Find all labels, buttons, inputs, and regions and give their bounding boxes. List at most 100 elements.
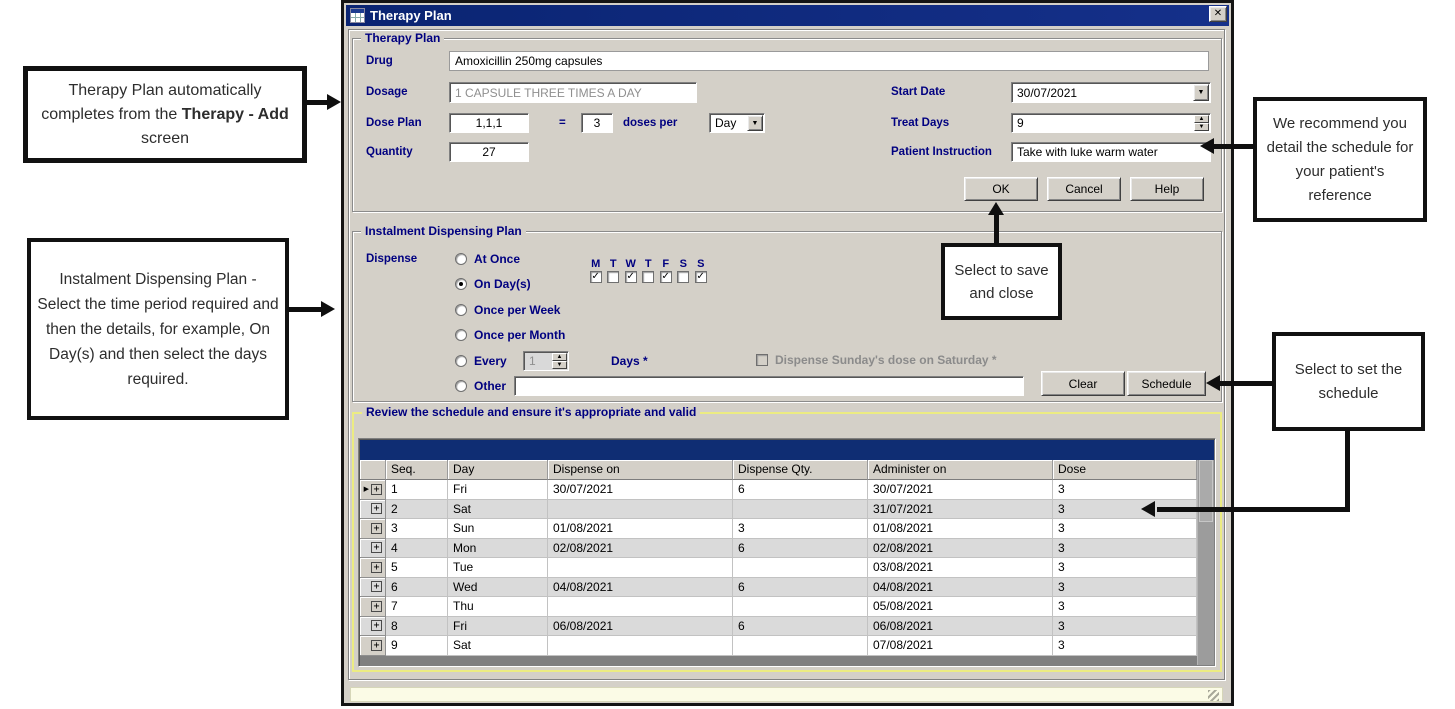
radio-icon[interactable] xyxy=(455,329,467,341)
column-header[interactable] xyxy=(360,460,386,480)
callout-text: Select to set the schedule xyxy=(1276,356,1421,408)
app-icon xyxy=(350,8,365,23)
cell-dose: 3 xyxy=(1053,539,1197,559)
sunday-checkbox-row[interactable]: Dispense Sunday's dose on Saturday * xyxy=(756,353,997,367)
ok-button[interactable]: OK xyxy=(964,177,1038,201)
radio-icon[interactable] xyxy=(455,304,467,316)
table-row[interactable]: +8Fri06/08/2021606/08/20213 xyxy=(360,617,1197,637)
dose-plan-label: Dose Plan xyxy=(366,117,422,129)
table-row[interactable]: ▶+1Fri30/07/2021630/07/20213 xyxy=(360,480,1197,500)
instalment-group-label: Instalment Dispensing Plan xyxy=(361,224,526,238)
table-row[interactable]: +2Sat31/07/20213 xyxy=(360,500,1197,520)
therapy-plan-group: Therapy Plan Drug Amoxicillin 250mg caps… xyxy=(352,38,1222,212)
row-header[interactable]: + xyxy=(360,636,386,656)
column-header[interactable]: Seq. xyxy=(386,460,448,480)
spin-up-icon[interactable]: ▲ xyxy=(1194,115,1209,123)
quantity-field[interactable]: 27 xyxy=(449,142,529,162)
radio-icon[interactable] xyxy=(455,253,467,265)
weekday-checkbox[interactable]: ✓ xyxy=(695,271,707,283)
radio-at-once[interactable]: At Once xyxy=(455,252,520,266)
row-header[interactable]: + xyxy=(360,558,386,578)
period-dropdown-button[interactable]: ▼ xyxy=(747,115,763,131)
start-date-dropdown-button[interactable]: ▼ xyxy=(1193,84,1209,101)
spin-down-icon[interactable]: ▼ xyxy=(552,361,567,369)
expand-icon[interactable]: + xyxy=(371,484,382,495)
weekday-checkbox[interactable] xyxy=(607,271,619,283)
treat-days-field[interactable]: 9 ▲ ▼ xyxy=(1011,113,1211,133)
every-days-spinner[interactable]: ▲ ▼ xyxy=(552,353,567,369)
table-row[interactable]: +5Tue03/08/20213 xyxy=(360,558,1197,578)
patient-instruction-field[interactable]: Take with luke warm water xyxy=(1011,142,1211,162)
other-field[interactable] xyxy=(514,376,1024,396)
row-header[interactable]: + xyxy=(360,617,386,637)
table-row[interactable]: +3Sun01/08/2021301/08/20213 xyxy=(360,519,1197,539)
start-date-field[interactable]: 30/07/2021 ▼ xyxy=(1011,82,1211,103)
weekday-checkbox[interactable]: ✓ xyxy=(660,271,672,283)
radio-once-per-month[interactable]: Once per Month xyxy=(455,328,565,342)
close-button[interactable]: ✕ xyxy=(1209,6,1227,22)
period-combo[interactable]: Day ▼ xyxy=(709,113,765,133)
weekday-checkbox[interactable] xyxy=(677,271,689,283)
radio-once-per-week[interactable]: Once per Week xyxy=(455,303,560,317)
weekday-checkbox[interactable]: ✓ xyxy=(625,271,637,283)
spin-up-icon[interactable]: ▲ xyxy=(552,353,567,361)
drug-field[interactable]: Amoxicillin 250mg capsules xyxy=(449,51,1209,71)
spin-down-icon[interactable]: ▼ xyxy=(1194,123,1209,131)
expand-icon[interactable]: + xyxy=(371,523,382,534)
cell-dispense_qty xyxy=(733,558,868,578)
weekday-checkbox[interactable]: ✓ xyxy=(590,271,602,283)
radio-every[interactable]: Every xyxy=(455,354,507,368)
expand-icon[interactable]: + xyxy=(371,503,382,514)
radio-icon[interactable] xyxy=(455,278,467,290)
row-header[interactable]: + xyxy=(360,519,386,539)
expand-icon[interactable]: + xyxy=(371,562,382,573)
row-header[interactable]: + xyxy=(360,539,386,559)
column-header[interactable]: Administer on xyxy=(868,460,1053,480)
weekday-letter: S xyxy=(697,258,704,271)
table-row[interactable]: +4Mon02/08/2021602/08/20213 xyxy=(360,539,1197,559)
resize-grip[interactable] xyxy=(1208,690,1219,701)
cancel-button[interactable]: Cancel xyxy=(1047,177,1121,201)
cell-dispense_on xyxy=(548,597,733,617)
radio-other[interactable]: Other xyxy=(455,379,506,393)
help-button[interactable]: Help xyxy=(1130,177,1204,201)
table-row[interactable]: +7Thu05/08/20213 xyxy=(360,597,1197,617)
schedule-button[interactable]: Schedule xyxy=(1127,371,1206,396)
weekday-checkbox[interactable] xyxy=(642,271,654,283)
sunday-checkbox[interactable] xyxy=(756,354,768,366)
cell-dose: 3 xyxy=(1053,558,1197,578)
row-header[interactable]: + xyxy=(360,578,386,598)
every-days-field[interactable]: 1 ▲ ▼ xyxy=(523,351,569,371)
expand-icon[interactable]: + xyxy=(371,601,382,612)
weekday-letter: W xyxy=(626,258,636,271)
title-bar[interactable]: Therapy Plan xyxy=(346,5,1229,26)
callout-therapy-plan: Therapy Plan automatically completes fro… xyxy=(23,66,307,163)
table-row[interactable]: +9Sat07/08/20213 xyxy=(360,636,1197,656)
row-header[interactable]: + xyxy=(360,597,386,617)
expand-icon[interactable]: + xyxy=(371,542,382,553)
doses-count-field[interactable]: 3 xyxy=(581,113,613,133)
cell-dose: 3 xyxy=(1053,578,1197,598)
dose-plan-field[interactable]: 1,1,1 xyxy=(449,113,529,133)
table-row[interactable]: +6Wed04/08/2021604/08/20213 xyxy=(360,578,1197,598)
dosage-field[interactable]: 1 CAPSULE THREE TIMES A DAY xyxy=(449,82,697,103)
quantity-label: Quantity xyxy=(366,146,413,158)
treat-days-spinner[interactable]: ▲ ▼ xyxy=(1194,115,1209,131)
column-header[interactable]: Dispense Qty. xyxy=(733,460,868,480)
doses-per-label: doses per xyxy=(623,117,677,129)
expand-icon[interactable]: + xyxy=(371,620,382,631)
grid-vertical-scrollbar[interactable] xyxy=(1197,460,1214,665)
expand-icon[interactable]: + xyxy=(371,640,382,651)
column-header[interactable]: Day xyxy=(448,460,548,480)
radio-icon[interactable] xyxy=(455,355,467,367)
clear-button[interactable]: Clear xyxy=(1041,371,1125,396)
radio-on-days[interactable]: On Day(s) xyxy=(455,277,531,291)
row-header[interactable]: ▶+ xyxy=(360,480,386,500)
radio-icon[interactable] xyxy=(455,380,467,392)
row-header[interactable]: + xyxy=(360,500,386,520)
column-header[interactable]: Dose xyxy=(1053,460,1197,480)
expand-icon[interactable]: + xyxy=(371,581,382,592)
cell-dispense_qty: 6 xyxy=(733,480,868,500)
cell-seq: 1 xyxy=(386,480,448,500)
column-header[interactable]: Dispense on xyxy=(548,460,733,480)
